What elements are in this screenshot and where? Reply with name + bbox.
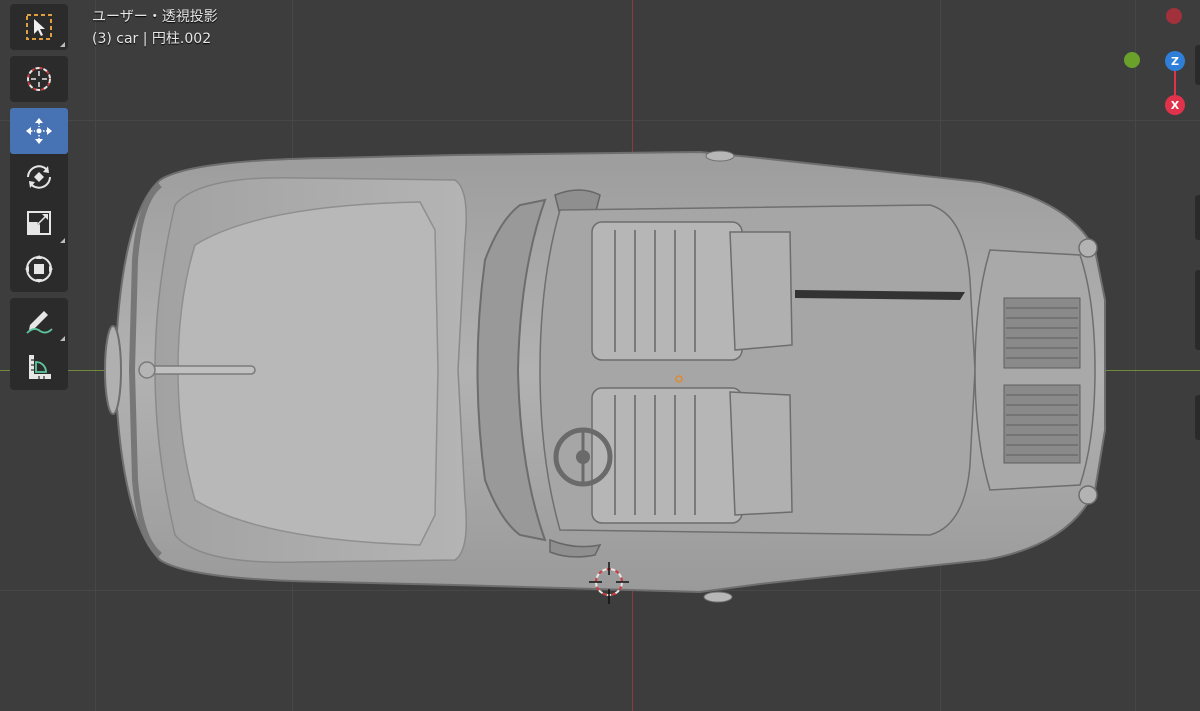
sidebar-tab[interactable] [1195, 395, 1200, 440]
cursor-tool[interactable] [10, 56, 68, 102]
hood-trim [139, 365, 256, 375]
x-negative-axis-dot[interactable] [1166, 8, 1182, 24]
x-axis-button[interactable]: X [1165, 95, 1185, 115]
move-icon [26, 118, 52, 144]
hood-ornament [138, 361, 156, 379]
measure-tool[interactable] [10, 344, 68, 390]
x-axis-handle [1174, 71, 1176, 95]
ruler-icon [29, 355, 51, 379]
rotate-tool[interactable] [10, 154, 68, 200]
scale-tool[interactable] [10, 200, 68, 246]
pencil-icon [26, 311, 53, 334]
tail-light-left [1078, 238, 1098, 258]
tool-group-select [10, 4, 68, 50]
front-grille [104, 325, 122, 415]
y-axis-dot[interactable] [1124, 52, 1140, 68]
sidebar-tab[interactable] [1195, 270, 1200, 350]
transform-icon [25, 255, 53, 283]
active-object-label: (3) car | 円柱.002 [92, 31, 212, 47]
select-box-icon [26, 14, 52, 40]
sidebar-tab[interactable] [1195, 45, 1200, 85]
rotate-icon [27, 165, 51, 189]
door-handle-left [705, 150, 735, 162]
seat-left [591, 221, 793, 361]
sidebar-tab[interactable] [1195, 195, 1200, 240]
tool-shelf [10, 4, 68, 396]
tail-light-right [1078, 485, 1098, 505]
car-model[interactable] [0, 0, 1200, 711]
annotate-tool[interactable] [10, 298, 68, 344]
tool-group-cursor [10, 56, 68, 102]
tool-options-corner [60, 238, 65, 243]
move-tool[interactable] [10, 108, 68, 154]
x-axis-label: X [1170, 98, 1180, 112]
tool-group-annotate [10, 298, 68, 390]
seat-right [591, 387, 793, 524]
tool-options-corner [60, 42, 65, 47]
z-axis-label: Z [1171, 54, 1179, 68]
tool-options-corner [60, 336, 65, 341]
sidebar-edge [1194, 0, 1200, 711]
cursor-icon [27, 67, 51, 91]
select-box-tool[interactable] [10, 4, 68, 50]
z-axis-button[interactable]: Z [1165, 51, 1185, 71]
transform-tool[interactable] [10, 246, 68, 292]
scale-icon [27, 211, 51, 235]
viewport-info: ユーザー・透視投影 (3) car | 円柱.002 [92, 6, 218, 50]
door-handle-right [703, 591, 733, 603]
tool-group-transform [10, 108, 68, 292]
3d-viewport[interactable]: ユーザー・透視投影 (3) car | 円柱.002 Z X [0, 0, 1200, 711]
view-mode-label: ユーザー・透視投影 [92, 9, 218, 25]
navigation-gizmo[interactable]: Z X [1110, 0, 1200, 130]
